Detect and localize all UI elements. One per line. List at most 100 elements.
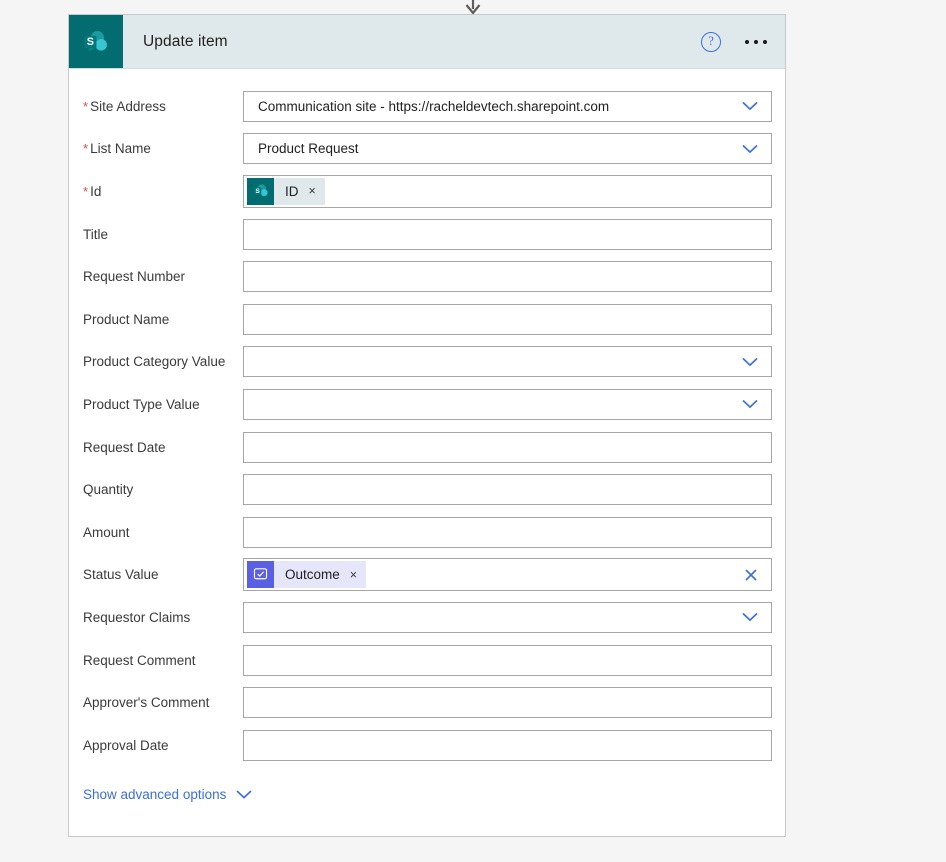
field-input-request-date[interactable]: [243, 431, 772, 463]
field-input-approver-s-comment[interactable]: [243, 687, 772, 719]
field-label-request-date: Request Date: [83, 440, 243, 455]
field-input-list-name[interactable]: Product Request: [243, 133, 772, 165]
flow-connector-arrow: [0, 0, 946, 14]
required-asterisk: *: [83, 141, 89, 157]
field-label-product-category-value: Product Category Value: [83, 354, 243, 369]
field-input-approval-date[interactable]: [243, 729, 772, 761]
field-label-text: Status Value: [83, 567, 159, 583]
form-row: Amount: [69, 511, 785, 554]
form-row: Approval Date: [69, 724, 785, 767]
field-label-request-number: Request Number: [83, 269, 243, 284]
field-input-product-name[interactable]: [243, 303, 772, 335]
field-label-text: Product Category Value: [83, 354, 226, 370]
form-row: Request Number: [69, 255, 785, 298]
field-label-site-address: * Site Address: [83, 99, 243, 114]
chevron-down-icon[interactable]: [741, 399, 759, 410]
field-label-text: Id: [90, 183, 102, 199]
field-label-requestor-claims: Requestor Claims: [83, 610, 243, 625]
field-input-product-type-value[interactable]: [243, 388, 772, 420]
token-remove-icon[interactable]: ×: [350, 569, 357, 582]
update-item-action-card: S Update item ? * Site Address Communicati…: [68, 14, 786, 837]
field-label-status-value: Status Value: [83, 567, 243, 582]
token-remove-icon[interactable]: ×: [309, 185, 316, 198]
ellipsis-more-icon[interactable]: [743, 34, 769, 50]
help-question-icon[interactable]: ?: [701, 31, 721, 52]
field-label-request-comment: Request Comment: [83, 653, 243, 668]
svg-text:S: S: [87, 36, 94, 48]
field-label-text: Requestor Claims: [83, 609, 191, 625]
field-input-quantity[interactable]: [243, 474, 772, 506]
field-label-text: Approval Date: [83, 737, 169, 753]
form-row: Approver's Comment: [69, 681, 785, 724]
field-label-product-name: Product Name: [83, 312, 243, 327]
field-label-text: List Name: [90, 141, 151, 157]
field-label-amount: Amount: [83, 525, 243, 540]
field-label-approval-date: Approval Date: [83, 738, 243, 753]
action-card-body: * Site Address Communication site - https:…: [69, 69, 785, 836]
field-value: Communication site - https://racheldevte…: [258, 98, 610, 114]
token-label: ID: [285, 183, 299, 199]
form-row: Request Comment: [69, 639, 785, 682]
chevron-down-icon[interactable]: [741, 356, 759, 367]
field-input-id[interactable]: S ID ×: [243, 174, 772, 208]
field-label-text: Request Comment: [83, 652, 196, 668]
form-row: Product Category Value: [69, 341, 785, 384]
required-asterisk: *: [83, 98, 89, 114]
form-row: Request Date: [69, 426, 785, 469]
chevron-down-icon: [236, 789, 252, 799]
token-label: Outcome: [285, 567, 340, 583]
field-input-requestor-claims[interactable]: [243, 601, 772, 633]
form-row: * Site Address Communication site - https:…: [69, 85, 785, 128]
field-label-text: Request Date: [83, 439, 166, 455]
form-row: Quantity: [69, 468, 785, 511]
field-label-text: Amount: [83, 524, 130, 540]
show-advanced-options-button[interactable]: Show advanced options: [69, 787, 253, 802]
dynamic-content-token[interactable]: Outcome ×: [247, 561, 367, 589]
field-label-product-type-value: Product Type Value: [83, 397, 243, 412]
field-label-id: * Id: [83, 184, 243, 199]
form-row: Product Type Value: [69, 383, 785, 426]
field-label-text: Product Type Value: [83, 396, 200, 412]
field-label-text: Approver's Comment: [83, 695, 210, 711]
field-label-quantity: Quantity: [83, 482, 243, 497]
sharepoint-logo-icon: S: [69, 15, 123, 68]
field-label-text: Quantity: [83, 482, 134, 498]
field-input-request-comment[interactable]: [243, 644, 772, 676]
field-input-title[interactable]: [243, 218, 772, 250]
action-card-header[interactable]: S Update item ?: [69, 15, 785, 69]
field-label-approver-s-comment: Approver's Comment: [83, 695, 243, 710]
form-row: Requestor Claims: [69, 596, 785, 639]
approvals-outcome-icon: [247, 561, 274, 589]
form-row: * Id S ID ×: [69, 170, 785, 213]
dynamic-content-token[interactable]: S ID ×: [247, 177, 325, 205]
form-row: Title: [69, 213, 785, 256]
action-title: Update item: [143, 32, 228, 50]
field-label-text: Request Number: [83, 269, 186, 285]
field-label-text: Product Name: [83, 311, 170, 327]
form-row: Status Value Outcome ×: [69, 554, 785, 597]
token-body: ID ×: [274, 177, 325, 205]
field-input-product-category-value[interactable]: [243, 346, 772, 378]
chevron-down-icon[interactable]: [741, 143, 759, 154]
field-input-site-address[interactable]: Communication site - https://racheldevte…: [243, 90, 772, 122]
clear-x-icon[interactable]: [743, 567, 759, 583]
show-advanced-options-label: Show advanced options: [83, 786, 227, 802]
field-label-text: Site Address: [90, 98, 166, 114]
field-input-amount[interactable]: [243, 516, 772, 548]
field-label-list-name: * List Name: [83, 141, 243, 156]
field-label-title: Title: [83, 227, 243, 242]
required-asterisk: *: [83, 183, 89, 199]
field-value: Product Request: [258, 141, 359, 157]
token-body: Outcome ×: [274, 561, 367, 589]
form-row: * List Name Product Request: [69, 128, 785, 171]
sharepoint-token-icon: S: [247, 177, 274, 205]
field-input-status-value[interactable]: Outcome ×: [243, 558, 772, 592]
form-row: Product Name: [69, 298, 785, 341]
chevron-down-icon[interactable]: [741, 612, 759, 623]
field-input-request-number[interactable]: [243, 261, 772, 293]
chevron-down-icon[interactable]: [741, 101, 759, 112]
svg-text:S: S: [255, 188, 260, 195]
header-actions: ?: [701, 15, 769, 68]
arrow-down-icon: [465, 0, 481, 14]
field-label-text: Title: [83, 226, 109, 242]
